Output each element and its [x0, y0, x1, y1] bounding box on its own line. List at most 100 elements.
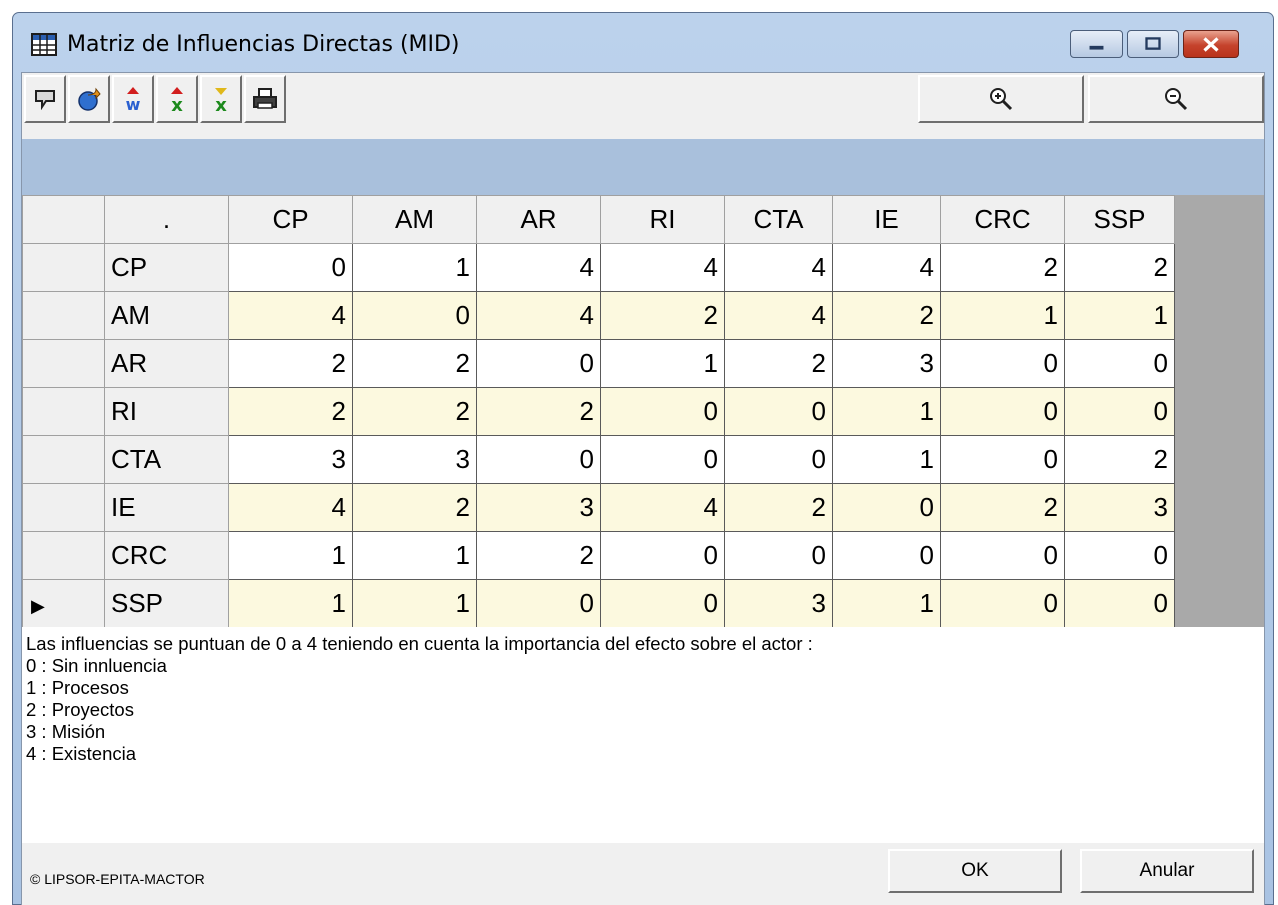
column-header[interactable]: CRC [940, 195, 1065, 244]
matrix-cell[interactable]: 0 [724, 531, 833, 580]
close-button[interactable] [1183, 30, 1239, 58]
matrix-cell[interactable]: 2 [228, 387, 353, 436]
ok-button[interactable]: OK [888, 849, 1062, 893]
matrix-cell[interactable]: 1 [228, 531, 353, 580]
matrix-cell[interactable]: 0 [724, 435, 833, 484]
matrix-cell[interactable]: 0 [600, 579, 725, 628]
matrix-cell[interactable]: 3 [1064, 483, 1175, 532]
matrix-cell[interactable]: 4 [724, 243, 833, 292]
row-indicator[interactable] [22, 483, 105, 532]
column-header[interactable]: IE [832, 195, 941, 244]
matrix-row[interactable]: RI 2 2 2 0 0 1 0 0 [22, 387, 1175, 436]
matrix-cell[interactable]: 0 [940, 339, 1065, 388]
row-indicator[interactable] [22, 291, 105, 340]
matrix-cell[interactable]: 2 [476, 531, 601, 580]
matrix-cell[interactable]: 1 [352, 243, 477, 292]
minimize-button[interactable] [1070, 30, 1123, 58]
matrix-cell[interactable]: 3 [832, 339, 941, 388]
column-header[interactable]: CP [228, 195, 353, 244]
matrix-cell[interactable]: 2 [352, 339, 477, 388]
row-indicator[interactable] [22, 387, 105, 436]
matrix-cell[interactable]: 1 [352, 531, 477, 580]
matrix-cell[interactable]: 0 [1064, 387, 1175, 436]
matrix-cell[interactable]: 0 [352, 291, 477, 340]
matrix-cell[interactable]: 0 [1064, 579, 1175, 628]
row-indicator[interactable] [22, 243, 105, 292]
matrix-cell[interactable]: 2 [476, 387, 601, 436]
matrix-cell[interactable]: 0 [940, 579, 1065, 628]
matrix-row[interactable]: CRC 1 1 2 0 0 0 0 0 [22, 531, 1175, 580]
row-indicator[interactable]: ▶ [22, 579, 105, 628]
matrix-cell[interactable]: 0 [940, 435, 1065, 484]
matrix-cell[interactable]: 3 [352, 435, 477, 484]
matrix-cell[interactable]: 3 [476, 483, 601, 532]
matrix-cell[interactable]: 0 [940, 387, 1065, 436]
column-header[interactable]: SSP [1064, 195, 1175, 244]
matrix-row[interactable]: ▶ SSP 1 1 0 0 3 1 0 0 [22, 579, 1175, 628]
matrix-row[interactable]: CTA 3 3 0 0 0 1 0 2 [22, 435, 1175, 484]
matrix-cell[interactable]: 2 [724, 483, 833, 532]
matrix-cell[interactable]: 0 [476, 435, 601, 484]
matrix-cell[interactable]: 4 [724, 291, 833, 340]
matrix-cell[interactable]: 2 [228, 339, 353, 388]
matrix-cell[interactable]: 3 [724, 579, 833, 628]
matrix-cell[interactable]: 2 [940, 243, 1065, 292]
matrix-cell[interactable]: 1 [1064, 291, 1175, 340]
matrix-cell[interactable]: 0 [724, 387, 833, 436]
title-bar[interactable]: Matriz de Influencias Directas (MID) [13, 13, 1273, 68]
column-header[interactable]: CTA [724, 195, 833, 244]
matrix-row[interactable]: CP 0 1 4 4 4 4 2 2 [22, 243, 1175, 292]
matrix-cell[interactable]: 2 [1064, 435, 1175, 484]
actor-up-button[interactable]: x [156, 75, 198, 123]
chat-button[interactable] [24, 75, 66, 123]
matrix-cell[interactable]: 0 [476, 579, 601, 628]
matrix-cell[interactable]: 4 [476, 243, 601, 292]
matrix-cell[interactable]: 0 [832, 531, 941, 580]
matrix-cell[interactable]: 2 [600, 291, 725, 340]
matrix-cell[interactable]: 0 [600, 531, 725, 580]
matrix-cell[interactable]: 2 [940, 483, 1065, 532]
column-header[interactable]: RI [600, 195, 725, 244]
matrix-cell[interactable]: 4 [600, 483, 725, 532]
matrix-cell[interactable]: 0 [832, 483, 941, 532]
matrix-cell[interactable]: 2 [832, 291, 941, 340]
matrix-cell[interactable]: 4 [476, 291, 601, 340]
matrix-row[interactable]: AR 2 2 0 1 2 3 0 0 [22, 339, 1175, 388]
column-header[interactable]: AR [476, 195, 601, 244]
matrix-cell[interactable]: 3 [228, 435, 353, 484]
row-indicator[interactable] [22, 435, 105, 484]
matrix-cell[interactable]: 2 [1064, 243, 1175, 292]
matrix-cell[interactable]: 1 [832, 387, 941, 436]
zoom-in-button[interactable] [918, 75, 1084, 123]
matrix-cell[interactable]: 0 [940, 531, 1065, 580]
row-indicator[interactable] [22, 531, 105, 580]
matrix-cell[interactable]: 1 [352, 579, 477, 628]
matrix-cell[interactable]: 1 [600, 339, 725, 388]
zoom-out-button[interactable] [1088, 75, 1264, 123]
row-indicator[interactable] [22, 339, 105, 388]
matrix-row[interactable]: IE 4 2 3 4 2 0 2 3 [22, 483, 1175, 532]
matrix-cell[interactable]: 1 [832, 579, 941, 628]
cancel-button[interactable]: Anular [1080, 849, 1254, 893]
actor-w-button[interactable]: w [112, 75, 154, 123]
matrix-cell[interactable]: 1 [228, 579, 353, 628]
actor-down-button[interactable]: x [200, 75, 242, 123]
matrix-cell[interactable]: 2 [352, 483, 477, 532]
matrix-cell[interactable]: 0 [228, 243, 353, 292]
export-button[interactable] [68, 75, 110, 123]
matrix-cell[interactable]: 2 [352, 387, 477, 436]
matrix-cell[interactable]: 1 [940, 291, 1065, 340]
matrix-cell[interactable]: 0 [1064, 531, 1175, 580]
maximize-button[interactable] [1127, 30, 1179, 58]
matrix-cell[interactable]: 0 [476, 339, 601, 388]
matrix-cell[interactable]: 2 [724, 339, 833, 388]
matrix-cell[interactable]: 0 [600, 435, 725, 484]
matrix-cell[interactable]: 4 [600, 243, 725, 292]
matrix-cell[interactable]: 4 [832, 243, 941, 292]
column-header[interactable]: AM [352, 195, 477, 244]
matrix-cell[interactable]: 0 [600, 387, 725, 436]
matrix-cell[interactable]: 4 [228, 483, 353, 532]
matrix-row[interactable]: AM 4 0 4 2 4 2 1 1 [22, 291, 1175, 340]
print-button[interactable] [244, 75, 286, 123]
matrix-cell[interactable]: 0 [1064, 339, 1175, 388]
